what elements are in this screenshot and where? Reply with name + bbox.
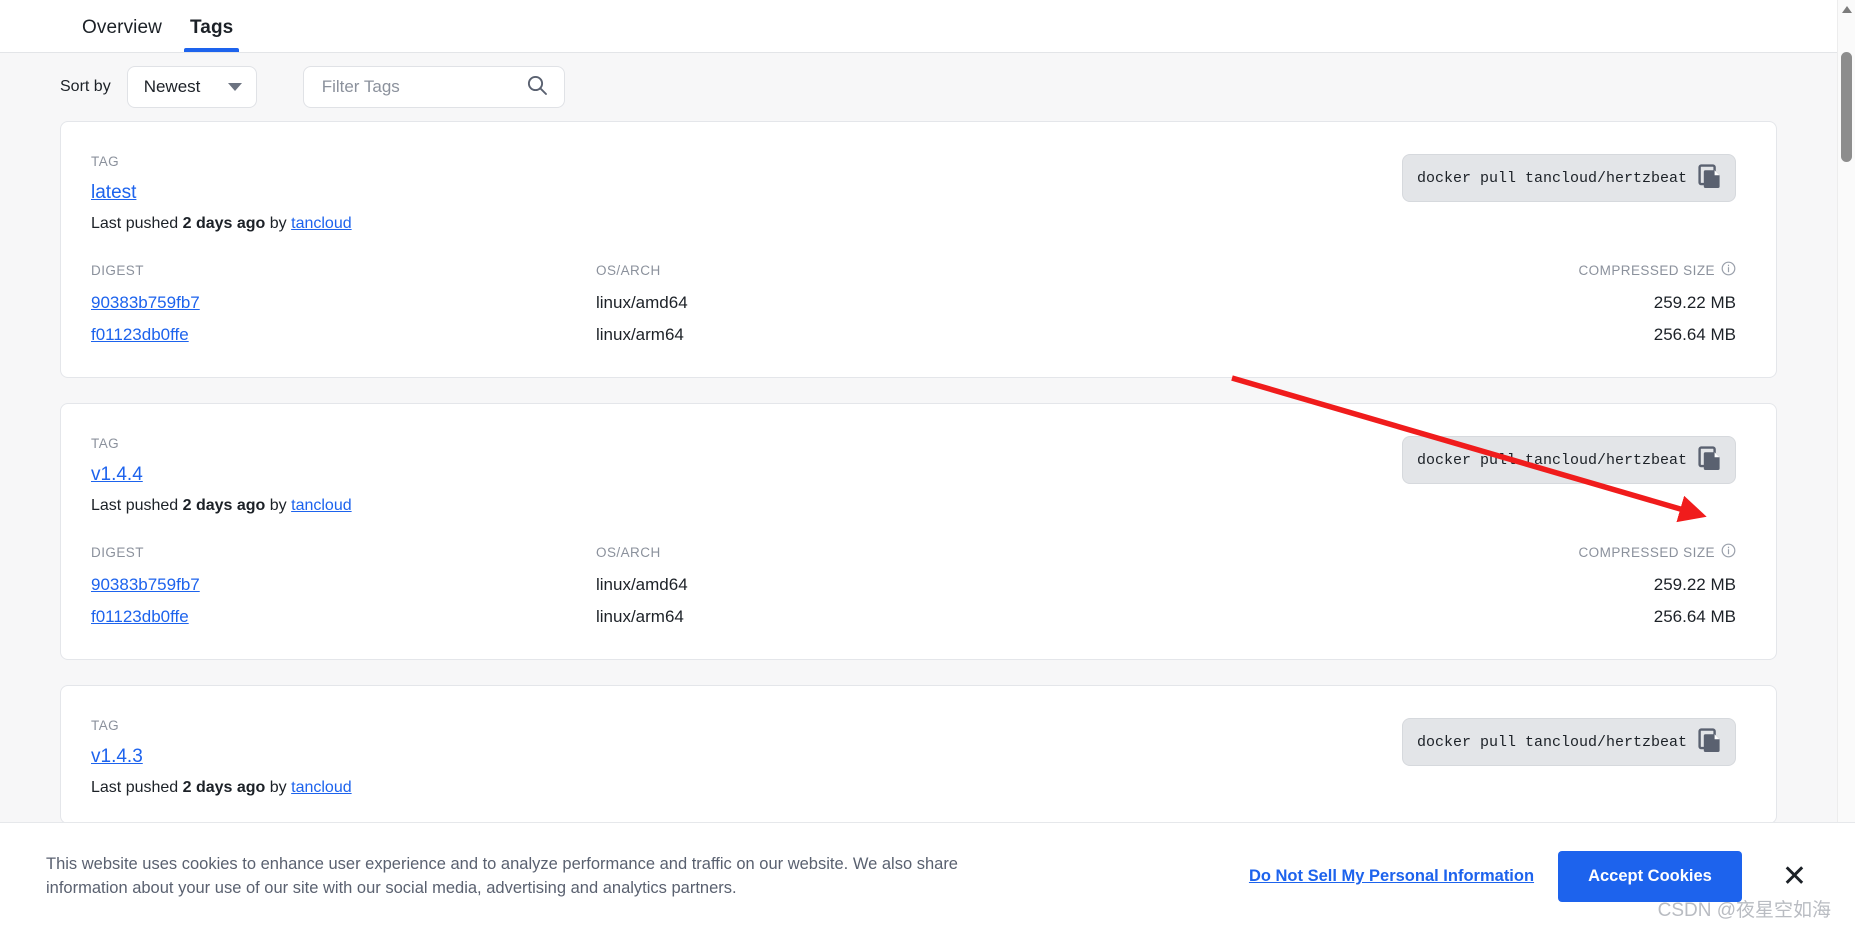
docker-pull-command: docker pull tancloud/hertzbeat:v… [1417, 734, 1689, 751]
tag-card: TAG v1.4.4 Last pushed 2 days ago by tan… [60, 403, 1777, 660]
compressed-size-label: COMPRESSED SIZE [1578, 545, 1715, 560]
os-arch-column-header: OS/ARCH [596, 263, 1356, 278]
cookie-banner-text: This website uses cookies to enhance use… [46, 853, 991, 901]
last-pushed-by: by [265, 779, 291, 796]
do-not-sell-link[interactable]: Do Not Sell My Personal Information [1249, 867, 1534, 886]
tag-card-info: TAG latest Last pushed 2 days ago by tan… [91, 154, 352, 233]
tag-column-header: TAG [91, 718, 352, 733]
tag-name-link[interactable]: v1.4.3 [91, 746, 143, 768]
copy-icon[interactable] [1697, 445, 1723, 476]
docker-hub-tags-page: Overview Tags Sort by Newest [0, 0, 1855, 930]
close-icon[interactable]: ✕ [1766, 862, 1815, 892]
filter-tags-box[interactable] [303, 66, 565, 108]
last-pushed-text: Last pushed 2 days ago by tancloud [91, 215, 352, 233]
last-pushed-prefix: Last pushed [91, 497, 183, 514]
digest-link[interactable]: 90383b759fb7 [91, 569, 200, 601]
tab-overview[interactable]: Overview [68, 17, 176, 52]
last-pushed-prefix: Last pushed [91, 779, 183, 796]
vertical-scrollbar[interactable] [1837, 0, 1855, 930]
os-arch-value: linux/arm64 [596, 319, 684, 351]
table-row: 90383b759fb7 linux/amd64 259.22 MB [91, 569, 1736, 601]
tag-column-header: TAG [91, 154, 352, 169]
tags-toolbar: Sort by Newest [0, 53, 1837, 121]
docker-pull-command: docker pull tancloud/hertzbeat:l… [1417, 170, 1689, 187]
os-arch-column-header: OS/ARCH [596, 545, 1356, 560]
last-pushed-text: Last pushed 2 days ago by tancloud [91, 779, 352, 797]
filter-tags-input[interactable] [322, 77, 512, 97]
sort-by-value: Newest [144, 77, 201, 97]
compressed-size-value: 259.22 MB [1654, 287, 1736, 319]
tag-name-link[interactable]: v1.4.4 [91, 464, 143, 486]
docker-pull-command-box[interactable]: docker pull tancloud/hertzbeat:l… [1402, 154, 1736, 202]
last-pushed-text: Last pushed 2 days ago by tancloud [91, 497, 352, 515]
digest-column-header: DIGEST [91, 263, 596, 278]
tag-card-info: TAG v1.4.4 Last pushed 2 days ago by tan… [91, 436, 352, 515]
sort-by-label: Sort by [60, 78, 111, 96]
pusher-link[interactable]: tancloud [291, 497, 352, 514]
digest-link[interactable]: 90383b759fb7 [91, 287, 200, 319]
tab-tags[interactable]: Tags [176, 17, 247, 52]
tag-column-header: TAG [91, 436, 352, 451]
copy-icon[interactable] [1697, 163, 1723, 194]
cookie-consent-banner: This website uses cookies to enhance use… [0, 822, 1855, 930]
compressed-size-value: 259.22 MB [1654, 569, 1736, 601]
digest-table: DIGEST OS/ARCH COMPRESSED SIZE [91, 543, 1736, 633]
digest-table-header: DIGEST OS/ARCH COMPRESSED SIZE [91, 543, 1736, 561]
tag-card-info: TAG v1.4.3 Last pushed 2 days ago by tan… [91, 718, 352, 797]
tab-bar: Overview Tags [0, 0, 1837, 53]
digest-link[interactable]: f01123db0ffe [91, 319, 189, 351]
table-row: f01123db0ffe linux/arm64 256.64 MB [91, 319, 1736, 351]
last-pushed-by: by [265, 497, 291, 514]
compressed-size-value: 256.64 MB [1654, 601, 1736, 633]
digest-column-header: DIGEST [91, 545, 596, 560]
os-arch-value: linux/arm64 [596, 601, 684, 633]
tag-card-list: TAG latest Last pushed 2 days ago by tan… [0, 121, 1837, 930]
pusher-link[interactable]: tancloud [291, 215, 352, 232]
watermark: CSDN @夜星空如海 [1658, 895, 1831, 922]
search-icon[interactable] [526, 74, 548, 101]
last-pushed-prefix: Last pushed [91, 215, 183, 232]
table-row: f01123db0ffe linux/arm64 256.64 MB [91, 601, 1736, 633]
compressed-size-value: 256.64 MB [1654, 319, 1736, 351]
tag-name-link[interactable]: latest [91, 182, 136, 204]
scroll-up-arrow-icon[interactable] [1842, 6, 1852, 13]
compressed-size-label: COMPRESSED SIZE [1578, 263, 1715, 278]
os-arch-value: linux/amd64 [596, 287, 688, 319]
last-pushed-by: by [265, 215, 291, 232]
scrollbar-thumb[interactable] [1841, 52, 1852, 162]
docker-pull-command-box[interactable]: docker pull tancloud/hertzbeat:v… [1402, 718, 1736, 766]
digest-table: DIGEST OS/ARCH COMPRESSED SIZE [91, 261, 1736, 351]
last-pushed-time: 2 days ago [183, 215, 266, 232]
compressed-size-column-header: COMPRESSED SIZE [1356, 543, 1736, 561]
digest-link[interactable]: f01123db0ffe [91, 601, 189, 633]
last-pushed-time: 2 days ago [183, 779, 266, 796]
tag-card: TAG v1.4.3 Last pushed 2 days ago by tan… [60, 685, 1777, 824]
tab-overview-label: Overview [82, 17, 162, 38]
os-arch-value: linux/amd64 [596, 569, 688, 601]
chevron-down-icon [228, 83, 242, 91]
docker-pull-command-box[interactable]: docker pull tancloud/hertzbeat:v… [1402, 436, 1736, 484]
last-pushed-time: 2 days ago [183, 497, 266, 514]
pusher-link[interactable]: tancloud [291, 779, 352, 796]
tab-tags-label: Tags [190, 17, 233, 38]
table-row: 90383b759fb7 linux/amd64 259.22 MB [91, 287, 1736, 319]
info-icon[interactable] [1721, 543, 1736, 561]
compressed-size-column-header: COMPRESSED SIZE [1356, 261, 1736, 279]
sort-by-select[interactable]: Newest [127, 66, 257, 108]
info-icon[interactable] [1721, 261, 1736, 279]
digest-table-header: DIGEST OS/ARCH COMPRESSED SIZE [91, 261, 1736, 279]
copy-icon[interactable] [1697, 727, 1723, 758]
docker-pull-command: docker pull tancloud/hertzbeat:v… [1417, 452, 1689, 469]
tag-card: TAG latest Last pushed 2 days ago by tan… [60, 121, 1777, 378]
